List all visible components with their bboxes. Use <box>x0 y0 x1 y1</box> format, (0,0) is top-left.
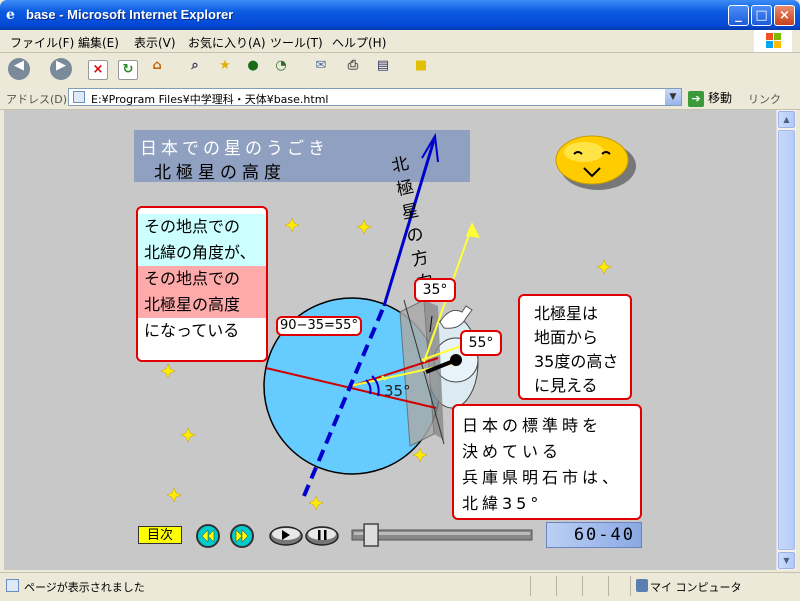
maximize-button[interactable]: □ <box>751 5 772 26</box>
angle-35-label: 35° <box>414 278 456 302</box>
address-dropdown-icon[interactable]: ▼ <box>665 89 681 105</box>
toolbar: ◀ ▶ × ↻ ⌂ ⌕ ★ ● ◔ ✉ ⎙ ▤ ■ <box>0 53 800 88</box>
box1-line: 北極星の高度 <box>138 292 266 318</box>
star-icon <box>284 217 300 233</box>
windows-flag-icon <box>754 30 792 52</box>
title-bar: e base - Microsoft Internet Explorer _ □… <box>0 0 800 30</box>
center-angle-label: 35° <box>384 382 411 400</box>
history-icon[interactable]: ◔ <box>270 58 292 80</box>
computer-icon <box>636 579 648 592</box>
fast-forward-button[interactable] <box>230 524 254 548</box>
messenger-icon[interactable]: ■ <box>410 58 432 80</box>
box1-line: 北緯の角度が、 <box>138 240 266 266</box>
address-bar: アドレス(D) E:¥Program Files¥中学理科・天体¥base.ht… <box>0 87 800 110</box>
links-label[interactable]: リンク <box>748 91 781 107</box>
security-zone: マイ コンピュータ <box>650 581 742 594</box>
menu-edit[interactable]: 編集(E) <box>78 34 119 51</box>
go-button[interactable]: ➔ 移動 <box>688 89 732 107</box>
formula-label: 90−35=55° <box>276 316 362 336</box>
star-icon <box>160 363 176 379</box>
status-text: ページが表示されました <box>24 581 145 594</box>
box1-line: になっている <box>144 321 240 340</box>
vertical-scrollbar[interactable]: ▲ ▼ <box>776 110 796 570</box>
window-title: base - Microsoft Internet Explorer <box>26 7 234 22</box>
menu-tools[interactable]: ツール(T) <box>270 34 323 51</box>
scroll-down-icon[interactable]: ▼ <box>778 552 795 569</box>
go-arrow-icon: ➔ <box>688 90 704 107</box>
slider-thumb <box>363 523 379 547</box>
menu-help[interactable]: ヘルプ(H) <box>332 34 386 51</box>
address-value[interactable]: E:¥Program Files¥中学理科・天体¥base.html <box>91 91 328 107</box>
table-of-contents-button[interactable]: 目次 <box>138 526 182 544</box>
back-icon[interactable]: ◀ <box>8 58 30 80</box>
menu-bar: ファイル(F) 編集(E) 表示(V) お気に入り(A) ツール(T) ヘルプ(… <box>0 30 800 53</box>
rewind-button[interactable] <box>196 524 220 548</box>
close-button[interactable]: × <box>774 5 795 26</box>
play-button[interactable] <box>270 526 302 546</box>
progress-slider[interactable] <box>351 523 533 547</box>
address-label: アドレス(D) <box>6 93 68 106</box>
menu-favorites[interactable]: お気に入り(A) <box>188 34 266 51</box>
box3-line: 兵庫県明石市は、 <box>462 468 623 487</box>
akashi-info-box: 日本の標準時を 決めている 兵庫県明石市は、 北緯35° <box>452 404 642 520</box>
print-icon[interactable]: ⎙ <box>342 58 364 80</box>
menu-view[interactable]: 表示(V) <box>134 34 176 51</box>
ie-logo-icon: e <box>6 7 15 23</box>
pole-height-box: 北極星は 地面から 35度の高さ に見える <box>518 294 632 400</box>
box3-line: 日本の標準時を <box>462 416 603 435</box>
star-icon <box>308 495 324 511</box>
refresh-icon[interactable]: ↻ <box>118 60 138 80</box>
box2-line: 地面から <box>534 328 599 347</box>
box1-line: その地点での <box>138 266 266 292</box>
star-icon <box>180 427 196 443</box>
star-icon <box>166 487 182 503</box>
box2-line: 35度の高さ <box>534 352 619 371</box>
pause-button[interactable] <box>306 526 338 546</box>
scroll-up-icon[interactable]: ▲ <box>778 111 795 128</box>
forward-icon[interactable]: ▶ <box>50 58 72 80</box>
scroll-thumb[interactable] <box>778 130 795 550</box>
menu-file[interactable]: ファイル(F) <box>10 34 74 51</box>
address-field[interactable]: E:¥Program Files¥中学理科・天体¥base.html ▼ <box>68 88 682 106</box>
media-icon[interactable]: ● <box>242 58 264 80</box>
box3-line: 決めている <box>462 442 563 461</box>
search-icon[interactable]: ⌕ <box>184 58 206 80</box>
edit-icon[interactable]: ▤ <box>372 58 394 80</box>
star-icon <box>596 259 612 275</box>
angle-55-label: 55° <box>460 330 502 356</box>
status-bar: ページが表示されました マイ コンピュータ <box>0 572 800 601</box>
frame-counter: 60-40 <box>546 522 642 548</box>
box2-line: に見える <box>534 376 598 395</box>
minimize-button[interactable]: _ <box>728 5 749 26</box>
box1-line: その地点での <box>138 214 266 240</box>
page-content: 日本での星のうごき 北極星の高度 北 極 星 の 方 その地点での 北緯の角度が… <box>4 110 776 570</box>
page-icon <box>6 579 19 592</box>
favorites-icon[interactable]: ★ <box>214 58 236 80</box>
home-icon[interactable]: ⌂ <box>146 58 168 80</box>
box2-line: 北極星は <box>534 304 599 323</box>
box3-line: 北緯35° <box>462 494 543 513</box>
star-icon <box>412 447 428 463</box>
star-icon <box>356 219 372 235</box>
explanation-box: その地点での 北緯の角度が、 その地点での 北極星の高度 になっている <box>136 206 268 362</box>
smiley-icon <box>555 135 636 190</box>
mail-icon[interactable]: ✉ <box>310 58 332 80</box>
stop-icon[interactable]: × <box>88 60 108 80</box>
page-icon <box>73 91 85 103</box>
